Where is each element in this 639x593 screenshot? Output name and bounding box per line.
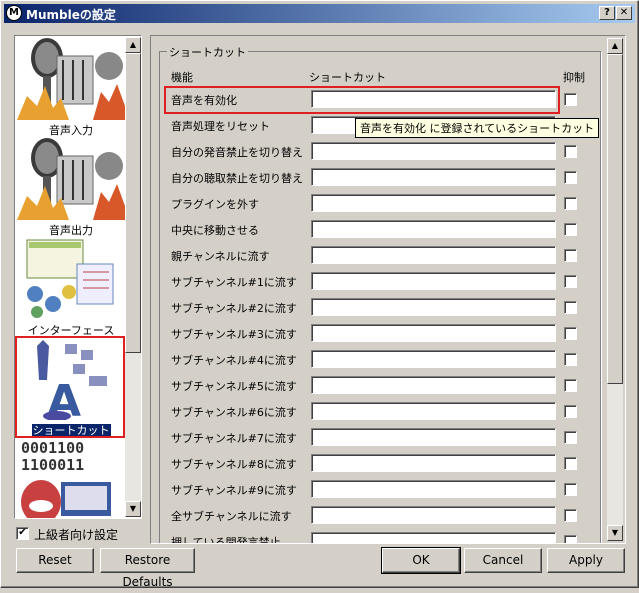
suppress-checkbox[interactable] <box>564 301 577 314</box>
shortcut-function-label: サブチャンネル#7に流す <box>171 432 297 445</box>
advanced-settings-label: 上級者向け設定 <box>34 528 119 542</box>
cancel-button[interactable]: Cancel <box>464 548 542 573</box>
suppress-checkbox[interactable] <box>564 327 577 340</box>
shortcut-function-label: 親チャンネルに流す <box>171 250 270 263</box>
window-title: Mumbleの設定 <box>26 8 116 22</box>
shortcut-input[interactable] <box>311 428 556 446</box>
sidebar-item-interface[interactable]: インターフェース <box>17 236 125 337</box>
suppress-checkbox[interactable] <box>564 275 577 288</box>
suppress-checkbox[interactable] <box>564 223 577 236</box>
suppress-checkbox[interactable] <box>564 457 577 470</box>
shortcut-function-label: 自分の発音禁止を切り替え <box>171 146 303 159</box>
shortcut-input[interactable] <box>311 376 556 394</box>
panel-scrollbar[interactable]: ▲ ▼ <box>607 38 623 541</box>
scroll-thumb[interactable] <box>607 54 623 384</box>
shortcut-function-label: サブチャンネル#6に流す <box>171 406 297 419</box>
shortcut-input[interactable] <box>311 298 556 316</box>
shortcut-input[interactable] <box>311 272 556 290</box>
shortcut-function-label: サブチャンネル#2に流す <box>171 302 297 315</box>
suppress-checkbox[interactable] <box>564 431 577 444</box>
shortcut-function-label: 自分の聴取禁止を切り替え <box>171 172 303 185</box>
suppress-checkbox[interactable] <box>564 353 577 366</box>
shortcut-input[interactable] <box>311 454 556 472</box>
group-title: ショートカット <box>167 44 248 60</box>
shortcut-function-label: 全サブチャンネルに流す <box>171 510 292 523</box>
shortcut-function-label: 押している間発言禁止 <box>171 536 281 544</box>
shortcut-input[interactable] <box>311 480 556 498</box>
shortcut-input[interactable] <box>311 324 556 342</box>
column-header-shortcut: ショートカット <box>309 71 386 84</box>
shortcut-function-label: 中央に移動させる <box>171 224 259 237</box>
suppress-checkbox[interactable] <box>564 483 577 496</box>
shortcut-function-label: 音声を有効化 <box>171 94 237 107</box>
sidebar-scrollbar[interactable]: ▲ ▼ <box>125 37 141 517</box>
network-icon <box>21 480 111 518</box>
shortcut-input[interactable] <box>311 506 556 524</box>
column-header-suppress: 抑制 <box>563 71 585 84</box>
sidebar-item-shortcuts[interactable]: A ショートカット <box>17 336 125 437</box>
microphone-icon <box>17 38 125 120</box>
shortcut-input[interactable] <box>311 350 556 368</box>
suppress-checkbox[interactable] <box>564 145 577 158</box>
shortcut-input[interactable] <box>311 142 556 160</box>
sidebar-item-audio-input[interactable]: 音声入力 <box>17 36 125 137</box>
shortcut-tooltip: 音声を有効化 に登録されているショートカット <box>355 118 600 138</box>
restore-defaults-button[interactable]: Restore Defaults <box>100 548 195 589</box>
reset-button[interactable]: Reset <box>16 548 94 573</box>
scroll-thumb[interactable] <box>125 53 141 353</box>
shortcut-input[interactable] <box>311 168 556 186</box>
shortcut-function-label: サブチャンネル#1に流す <box>171 276 297 289</box>
suppress-checkbox[interactable] <box>564 509 577 522</box>
shortcut-input[interactable] <box>311 220 556 238</box>
scroll-up-button[interactable]: ▲ <box>125 37 141 53</box>
scroll-down-button[interactable]: ▼ <box>607 525 623 541</box>
shortcut-function-label: プラグインを外す <box>171 198 259 211</box>
title-bar[interactable]: M Mumbleの設定 ? ✕ <box>4 4 635 23</box>
column-header-function: 機能 <box>171 71 193 84</box>
sidebar-item-audio-output[interactable]: 音声出力 <box>17 136 125 237</box>
keyboard-shortcut-icon: A <box>37 340 107 420</box>
apply-button[interactable]: Apply <box>547 548 625 573</box>
shortcut-function-label: 音声処理をリセット <box>171 120 270 133</box>
interface-icon <box>26 239 114 318</box>
advanced-settings-checkbox[interactable]: ✔ <box>16 527 29 540</box>
suppress-checkbox[interactable] <box>564 405 577 418</box>
help-button[interactable]: ? <box>599 6 615 20</box>
mumble-logo-icon: M <box>6 5 22 21</box>
suppress-checkbox[interactable] <box>564 93 577 106</box>
shortcut-function-label: サブチャンネル#5に流す <box>171 380 297 393</box>
scroll-down-button[interactable]: ▼ <box>125 501 141 517</box>
suppress-checkbox[interactable] <box>564 535 577 543</box>
suppress-checkbox[interactable] <box>564 197 577 210</box>
suppress-checkbox[interactable] <box>564 249 577 262</box>
shortcut-input[interactable] <box>311 194 556 212</box>
shortcut-panel: ショートカット 機能 ショートカット 抑制 音声を有効化音声処理をリセット自分の… <box>150 35 626 544</box>
scroll-up-button[interactable]: ▲ <box>607 38 623 54</box>
shortcut-input[interactable] <box>311 402 556 420</box>
sidebar-item-network[interactable]: 0001100 1100011 <box>17 436 125 518</box>
suppress-checkbox[interactable] <box>564 379 577 392</box>
shortcut-input[interactable] <box>311 532 556 543</box>
shortcut-function-label: サブチャンネル#3に流す <box>171 328 297 341</box>
speaker-icon <box>17 138 125 220</box>
close-button[interactable]: ✕ <box>616 6 632 20</box>
binary-text: 0001100 1100011 <box>21 439 85 474</box>
shortcut-function-label: サブチャンネル#9に流す <box>171 484 297 497</box>
shortcut-function-label: サブチャンネル#4に流す <box>171 354 297 367</box>
suppress-checkbox[interactable] <box>564 171 577 184</box>
ok-button[interactable]: OK <box>381 547 461 574</box>
shortcut-input[interactable] <box>311 90 556 108</box>
category-list[interactable]: 音声入力 音声出力 インターフェース A ショートカット 0001100 110… <box>14 35 142 519</box>
shortcut-function-label: サブチャンネル#8に流す <box>171 458 297 471</box>
shortcut-input[interactable] <box>311 246 556 264</box>
